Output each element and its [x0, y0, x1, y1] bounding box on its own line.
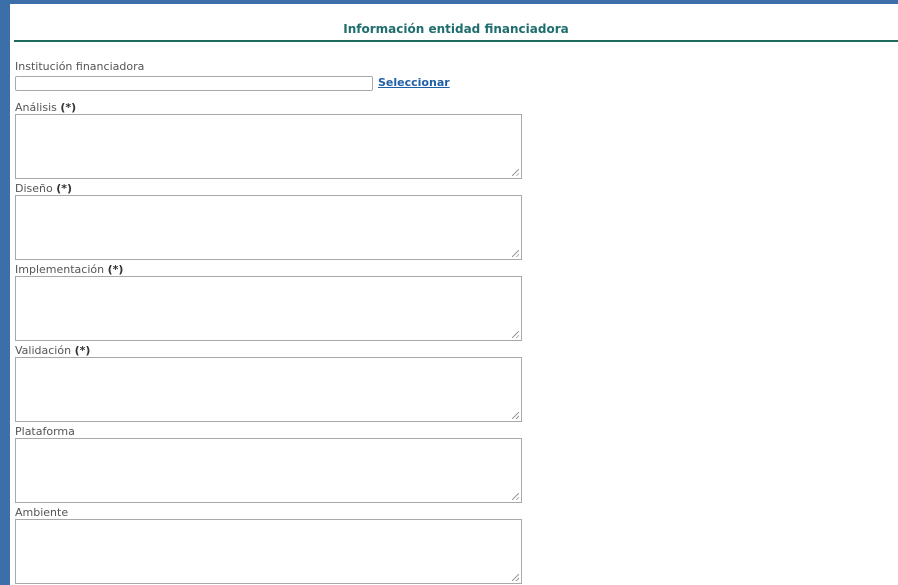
- implementation-label: Implementación (*): [15, 263, 123, 276]
- select-institution-link[interactable]: Seleccionar: [378, 76, 450, 89]
- platform-label: Plataforma: [15, 425, 75, 438]
- implementation-textarea[interactable]: [15, 276, 522, 341]
- resize-grip-icon[interactable]: [512, 493, 519, 500]
- resize-grip-icon[interactable]: [512, 574, 519, 581]
- required-marker: (*): [74, 344, 91, 357]
- implementation-label-text: Implementación: [15, 263, 105, 276]
- required-marker: (*): [56, 182, 73, 195]
- design-label-text: Diseño: [15, 182, 53, 195]
- resize-grip-icon[interactable]: [512, 250, 519, 257]
- section-header: Información entidad financiadora: [14, 4, 898, 42]
- resize-grip-icon[interactable]: [512, 169, 519, 176]
- left-border: [0, 0, 10, 585]
- design-label: Diseño (*): [15, 182, 72, 195]
- design-textarea[interactable]: [15, 195, 522, 260]
- resize-grip-icon[interactable]: [512, 412, 519, 419]
- required-marker: (*): [107, 263, 124, 276]
- analysis-label: Análisis (*): [15, 101, 76, 114]
- form-page: Información entidad financiadora Institu…: [0, 0, 898, 585]
- section-title: Información entidad financiadora: [343, 22, 569, 36]
- analysis-label-text: Análisis: [15, 101, 57, 114]
- validation-label-text: Validación: [15, 344, 72, 357]
- validation-label: Validación (*): [15, 344, 90, 357]
- platform-textarea[interactable]: [15, 438, 522, 503]
- environment-label: Ambiente: [15, 506, 69, 519]
- institution-label: Institución financiadora: [15, 60, 145, 73]
- institution-input[interactable]: [15, 76, 373, 91]
- required-marker: (*): [60, 101, 77, 114]
- analysis-textarea[interactable]: [15, 114, 522, 179]
- resize-grip-icon[interactable]: [512, 331, 519, 338]
- environment-textarea[interactable]: [15, 519, 522, 584]
- validation-textarea[interactable]: [15, 357, 522, 422]
